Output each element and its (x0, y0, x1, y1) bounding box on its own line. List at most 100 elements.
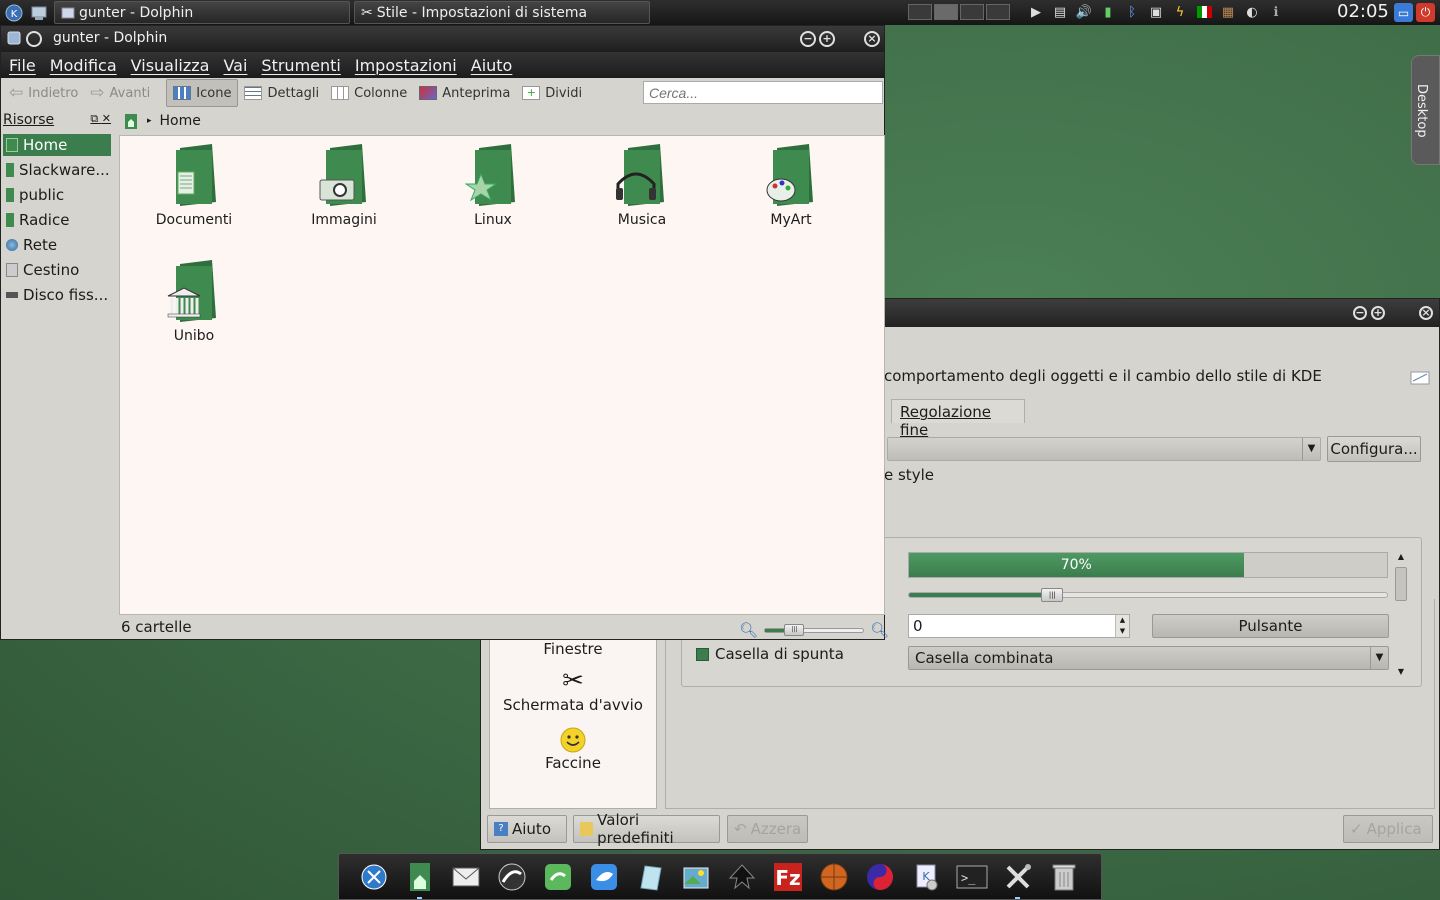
terminal-icon[interactable]: >_ (953, 859, 990, 895)
info-icon[interactable]: ℹ (1266, 2, 1286, 22)
minimize-button[interactable]: − (800, 31, 816, 47)
home-folder-icon[interactable] (401, 859, 438, 899)
scrollbar-thumb[interactable] (1395, 567, 1407, 601)
close-button[interactable]: × (1419, 306, 1433, 320)
reset-button[interactable]: ↶ Azzera (727, 815, 808, 843)
menu-go[interactable]: Vai (223, 56, 247, 75)
scroll-down-arrow[interactable]: ▼ (1394, 667, 1408, 676)
place-hard-disk[interactable]: Disco fiss... (3, 284, 111, 306)
scroll-up-arrow[interactable]: ▲ (1394, 552, 1408, 561)
kde-launcher-icon[interactable] (355, 859, 392, 895)
notes-icon[interactable] (631, 859, 668, 895)
file-item-myart[interactable]: MyArt (731, 142, 851, 228)
spinbox-arrows[interactable]: ▲ ▼ (1115, 615, 1129, 637)
close-panel-icon[interactable]: ✕ (102, 112, 111, 125)
split-view-button[interactable]: + Dividi (516, 79, 588, 107)
messenger-icon[interactable] (585, 859, 622, 895)
task-system-settings[interactable]: ✂ Stile - Impostazioni di sistema (354, 1, 650, 24)
module-item-emoticons[interactable]: Faccine (490, 726, 656, 772)
menu-file[interactable]: File (9, 56, 36, 75)
file-item-documenti[interactable]: Documenti (134, 142, 254, 228)
pager-desktop-3[interactable] (960, 4, 984, 20)
print-launcher-button[interactable] (28, 2, 50, 24)
window-menu-icon[interactable] (7, 31, 21, 45)
clipboard-icon[interactable]: ▤ (1050, 2, 1070, 22)
inkscape-icon[interactable] (723, 859, 760, 895)
on-all-desktops-button[interactable] (26, 31, 42, 47)
mail-icon[interactable] (447, 859, 484, 895)
apply-button[interactable]: ✓ Applica (1343, 815, 1433, 843)
menu-help[interactable]: Aiuto (471, 56, 513, 75)
place-slackware[interactable]: Slackware... (3, 159, 111, 181)
package-icon[interactable]: ▦ (1218, 2, 1238, 22)
power-icon[interactable]: ϟ (1170, 2, 1190, 22)
volume-icon[interactable]: 🔊 (1074, 2, 1094, 22)
zoom-out-icon[interactable]: 🔍︎ (739, 621, 758, 639)
task-dolphin[interactable]: gunter - Dolphin (54, 1, 350, 24)
close-button[interactable]: × (864, 31, 880, 47)
battery-icon[interactable]: ▮ (1098, 2, 1118, 22)
network-icon[interactable]: ▣ (1146, 2, 1166, 22)
office-icon[interactable]: K (907, 859, 944, 895)
preview-toggle-button[interactable]: Anteprima (413, 79, 516, 107)
web-browser-icon[interactable] (493, 859, 530, 895)
search-input[interactable] (643, 81, 883, 104)
yinyang-icon[interactable] (861, 859, 898, 895)
menu-edit[interactable]: Modifica (50, 56, 117, 75)
icons-view-button[interactable]: Icone (166, 79, 239, 107)
filezilla-icon[interactable]: Fz (769, 859, 806, 895)
forward-button[interactable]: ⇨ Avanti (84, 79, 156, 107)
image-viewer-icon[interactable] (677, 859, 714, 895)
media-play-icon[interactable]: ▶ (1026, 2, 1046, 22)
preview-spinbox[interactable]: 0 ▲ ▼ (908, 614, 1130, 638)
zoom-handle[interactable]: ||| (784, 623, 805, 636)
zoom-in-icon[interactable]: 🔍︎ (870, 621, 889, 639)
details-view-button[interactable]: Dettagli (238, 79, 325, 107)
undock-icon[interactable]: ⧉ (90, 112, 98, 125)
breadcrumb-current[interactable]: Home (160, 113, 201, 129)
help-manual-icon[interactable] (1409, 369, 1431, 387)
maximize-button[interactable]: + (819, 31, 835, 47)
place-root[interactable]: Radice (3, 209, 111, 231)
preview-push-button[interactable]: Pulsante (1152, 614, 1389, 638)
lock-screen-icon[interactable]: ▭ (1394, 3, 1413, 22)
chat-icon[interactable] (539, 859, 576, 895)
basketball-game-icon[interactable] (815, 859, 852, 895)
help-button[interactable]: ? Aiuto (487, 815, 567, 843)
maximize-button[interactable]: + (1371, 306, 1385, 320)
clock[interactable]: 02:05 (1337, 1, 1389, 22)
menu-view[interactable]: Visualizza (131, 56, 210, 75)
place-network[interactable]: Rete (3, 234, 111, 256)
minimize-button[interactable]: − (1353, 306, 1367, 320)
desktop-dashboard-tab[interactable]: Desktop (1411, 55, 1440, 165)
module-item-windows[interactable]: Finestre (490, 640, 656, 658)
language-flag-icon[interactable] (1194, 2, 1214, 22)
preview-combo-box[interactable]: Casella combinata ▼ (908, 646, 1389, 670)
preview-checkbox[interactable] (696, 647, 709, 661)
file-item-unibo[interactable]: Unibo (134, 258, 254, 344)
place-trash[interactable]: Cestino (3, 259, 111, 281)
bluetooth-icon[interactable]: ᛒ (1122, 2, 1142, 22)
configure-button[interactable]: Configura... (1327, 436, 1421, 462)
file-item-musica[interactable]: Musica (582, 142, 702, 228)
shutdown-icon[interactable]: ⏻ (1416, 3, 1435, 22)
widget-style-combo[interactable]: ▼ (887, 437, 1321, 461)
menu-settings[interactable]: Impostazioni (355, 56, 457, 75)
columns-view-button[interactable]: Colonne (325, 79, 413, 107)
place-public[interactable]: public (3, 184, 111, 206)
preview-slider[interactable]: ||| (908, 588, 1388, 602)
preview-scrollbar[interactable]: ▲ ▼ (1394, 552, 1408, 680)
preview-checkbox-row[interactable]: Casella di spunta (696, 645, 844, 663)
menu-tools[interactable]: Strumenti (261, 56, 340, 75)
home-icon[interactable] (123, 112, 139, 130)
tab-fine-tuning[interactable]: Regolazione fine (891, 399, 1025, 439)
pager-desktop-2[interactable] (934, 4, 958, 20)
defaults-button[interactable]: Valori predefiniti (573, 811, 720, 847)
back-button[interactable]: ⇦ Indietro (3, 79, 84, 107)
place-home[interactable]: Home (3, 134, 111, 156)
update-icon[interactable]: ◐ (1242, 2, 1262, 22)
zoom-slider[interactable]: ||| (764, 623, 865, 636)
slider-handle[interactable]: ||| (1041, 588, 1064, 602)
pager-desktop-1[interactable] (908, 4, 932, 20)
kde-menu-button[interactable]: K (3, 2, 25, 24)
